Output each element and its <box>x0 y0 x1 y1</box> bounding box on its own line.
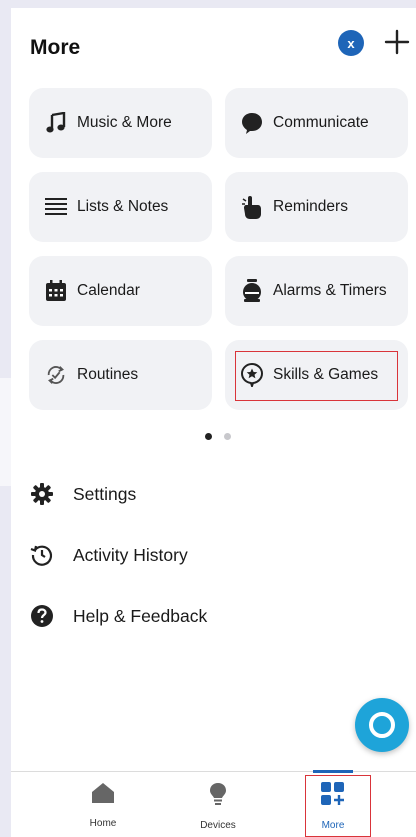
calendar-icon <box>45 280 67 302</box>
menu-label: Settings <box>73 483 137 504</box>
more-panel: More x Music & More Communicate Lists & … <box>11 8 416 837</box>
menu-label: Help & Feedback <box>73 605 208 626</box>
left-edge-strip <box>0 378 11 486</box>
lightbulb-icon <box>209 782 227 811</box>
tile-label: Lists & Notes <box>77 198 169 215</box>
tile-reminders[interactable]: Reminders <box>225 172 408 242</box>
alexa-button[interactable] <box>355 698 409 752</box>
gear-icon <box>30 482 54 506</box>
skills-games-highlight-box <box>235 351 398 401</box>
nav-label: Devices <box>200 820 236 831</box>
tile-label: Routines <box>77 366 139 383</box>
page-title: More <box>30 36 81 59</box>
tile-label: Communicate <box>273 114 369 131</box>
history-icon <box>30 543 54 567</box>
tile-label: Music & More <box>77 114 172 131</box>
tile-music-more[interactable]: Music & More <box>29 88 212 158</box>
list-icon <box>45 196 67 218</box>
menu-item-help-feedback[interactable]: Help & Feedback <box>30 604 207 628</box>
alarm-clock-icon <box>241 279 263 302</box>
menu-label: Activity History <box>73 544 188 565</box>
home-icon <box>91 782 115 809</box>
music-note-icon <box>45 112 67 134</box>
help-icon <box>30 604 54 628</box>
avatar[interactable]: x <box>338 30 364 56</box>
bottom-nav: Home Devices More <box>11 770 416 837</box>
page-dot-active[interactable] <box>205 433 212 440</box>
add-icon[interactable] <box>383 28 411 56</box>
menu-item-activity-history[interactable]: Activity History <box>30 543 188 567</box>
chat-bubble-icon <box>241 112 263 134</box>
nav-devices[interactable]: Devices <box>183 782 253 831</box>
tile-label: Calendar <box>77 282 140 299</box>
routines-icon <box>45 364 67 386</box>
nav-home[interactable]: Home <box>68 782 138 829</box>
page-indicator <box>205 433 231 440</box>
tile-alarms-timers[interactable]: Alarms & Timers <box>225 256 408 326</box>
hand-pointer-icon <box>241 196 263 219</box>
menu-item-settings[interactable]: Settings <box>30 482 136 506</box>
alexa-ring-icon <box>369 712 395 738</box>
nav-label: Home <box>89 818 117 829</box>
tile-communicate[interactable]: Communicate <box>225 88 408 158</box>
tile-lists-notes[interactable]: Lists & Notes <box>29 172 212 242</box>
tile-label: Alarms & Timers <box>273 282 387 299</box>
active-tab-indicator <box>313 770 353 773</box>
tile-calendar[interactable]: Calendar <box>29 256 212 326</box>
page-dot[interactable] <box>224 433 231 440</box>
tile-routines[interactable]: Routines <box>29 340 212 410</box>
more-tab-highlight-box <box>305 775 371 837</box>
tile-label: Reminders <box>273 198 348 215</box>
